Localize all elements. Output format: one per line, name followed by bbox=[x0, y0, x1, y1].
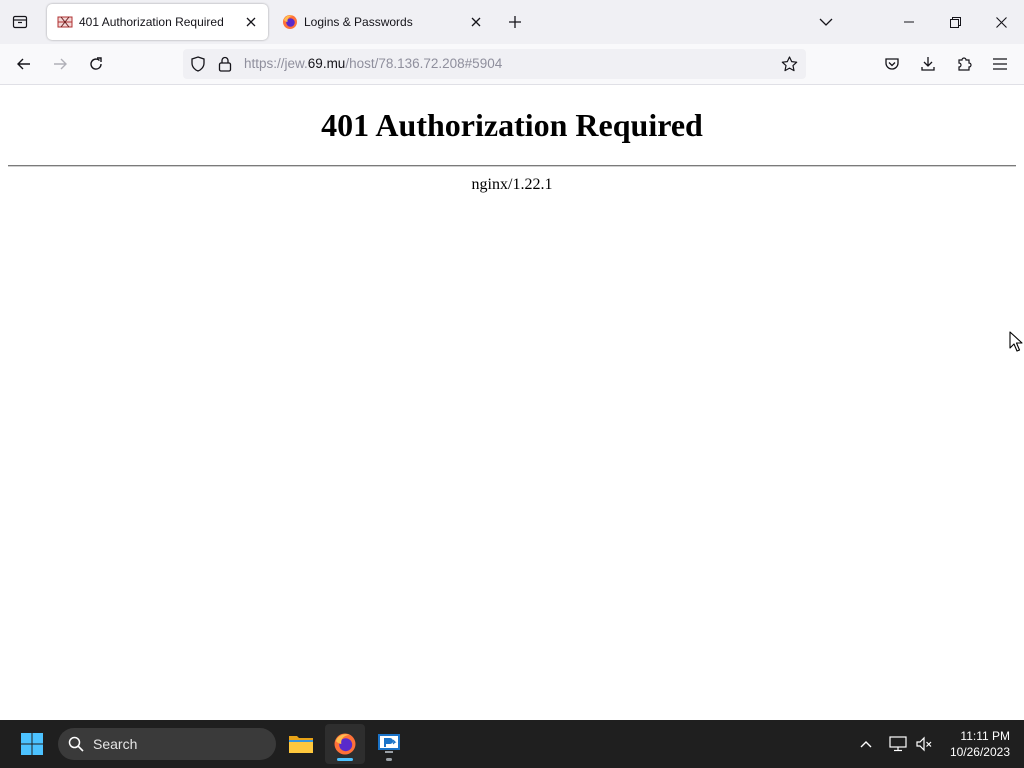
firefox-taskbar-icon[interactable] bbox=[325, 724, 365, 764]
search-label: Search bbox=[93, 736, 138, 752]
search-icon bbox=[68, 736, 84, 752]
forward-arrow-icon[interactable] bbox=[44, 48, 76, 80]
bookmark-star-icon[interactable] bbox=[781, 56, 798, 77]
firefox-view-icon[interactable] bbox=[6, 0, 34, 44]
navigation-toolbar: https://jew.69.mu/host/78.136.72.208#590… bbox=[0, 44, 1024, 85]
active-app-indicator bbox=[337, 758, 353, 761]
tab-logins-passwords[interactable]: Logins & Passwords bbox=[272, 4, 493, 40]
new-tab-plus-icon[interactable] bbox=[503, 0, 527, 44]
address-bar[interactable]: https://jew.69.mu/host/78.136.72.208#590… bbox=[183, 49, 806, 79]
hamburger-menu-icon[interactable] bbox=[984, 48, 1016, 80]
url-text[interactable]: https://jew.69.mu/host/78.136.72.208#590… bbox=[244, 49, 502, 79]
reload-icon[interactable] bbox=[80, 48, 112, 80]
close-tab-icon[interactable] bbox=[467, 13, 485, 31]
tab-401-authorization[interactable]: 401 Authorization Required bbox=[47, 4, 268, 40]
server-version-text: nginx/1.22.1 bbox=[471, 176, 553, 193]
url-domain: 69.mu bbox=[307, 56, 346, 71]
windows-taskbar: Search 11:11 PM 10/26/2023 bbox=[0, 720, 1024, 768]
close-tab-icon[interactable] bbox=[242, 13, 260, 31]
taskbar-search-box[interactable]: Search bbox=[58, 728, 276, 760]
tab-strip: 401 Authorization Required Logins & Pass… bbox=[0, 0, 1024, 44]
clock-time: 11:11 PM bbox=[960, 729, 1010, 743]
broken-page-favicon-icon bbox=[57, 14, 73, 30]
close-window-icon[interactable] bbox=[978, 0, 1024, 44]
url-prefix: https://jew. bbox=[244, 56, 308, 71]
desktop-screen: 401 Authorization Required Logins & Pass… bbox=[0, 0, 1024, 768]
windows-start-icon[interactable] bbox=[12, 724, 52, 764]
web-page-content: 401 Authorization Required nginx/1.22.1 bbox=[0, 85, 1024, 720]
tracking-protection-shield-icon[interactable] bbox=[190, 56, 206, 77]
firefox-favicon-icon bbox=[282, 14, 298, 30]
clock-date: 10/26/2023 bbox=[949, 745, 1010, 759]
minimize-window-icon[interactable] bbox=[886, 0, 932, 44]
back-arrow-icon[interactable] bbox=[8, 48, 40, 80]
extensions-puzzle-icon[interactable] bbox=[948, 48, 980, 80]
show-hidden-icons-chevron-icon[interactable] bbox=[854, 724, 878, 764]
pocket-icon[interactable] bbox=[876, 48, 908, 80]
horizontal-divider bbox=[8, 165, 1016, 167]
running-app-indicator bbox=[386, 758, 392, 761]
downloads-icon[interactable] bbox=[912, 48, 944, 80]
system-clock[interactable]: 11:11 PM 10/26/2023 bbox=[950, 728, 1010, 760]
page-heading: 401 Authorization Required bbox=[321, 107, 703, 143]
padlock-icon[interactable] bbox=[218, 56, 232, 77]
volume-muted-icon[interactable] bbox=[912, 724, 936, 764]
url-path: /host/78.136.72.208#5904 bbox=[345, 56, 503, 71]
tab-title: 401 Authorization Required bbox=[79, 15, 224, 29]
network-icon[interactable] bbox=[886, 724, 910, 764]
restore-window-icon[interactable] bbox=[932, 0, 978, 44]
remote-desktop-app-icon[interactable] bbox=[369, 724, 409, 764]
list-all-tabs-chevron-icon[interactable] bbox=[813, 0, 839, 44]
mouse-pointer-icon bbox=[1009, 331, 1023, 358]
tab-title: Logins & Passwords bbox=[304, 15, 413, 29]
file-explorer-folder-icon[interactable] bbox=[281, 724, 321, 764]
